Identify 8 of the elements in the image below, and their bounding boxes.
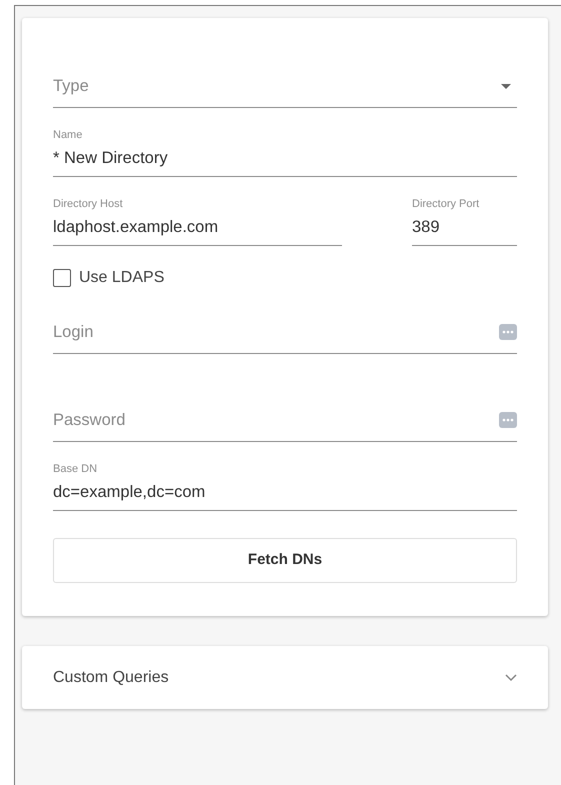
- text-field[interactable]: Directory Host ldaphost.example.com: [53, 197, 342, 246]
- text-field[interactable]: Base DN dc=example,dc=com: [53, 462, 517, 511]
- fetch-dns-button[interactable]: Fetch DNs: [53, 538, 517, 583]
- panel-title: Custom Queries: [53, 668, 169, 688]
- checkbox-label: Use LDAPS: [79, 268, 164, 288]
- text-field[interactable]: Directory Port 389: [412, 197, 517, 246]
- text-field[interactable]: Name * New Directory: [53, 128, 517, 177]
- custom-queries-panel[interactable]: Custom Queries: [22, 646, 548, 709]
